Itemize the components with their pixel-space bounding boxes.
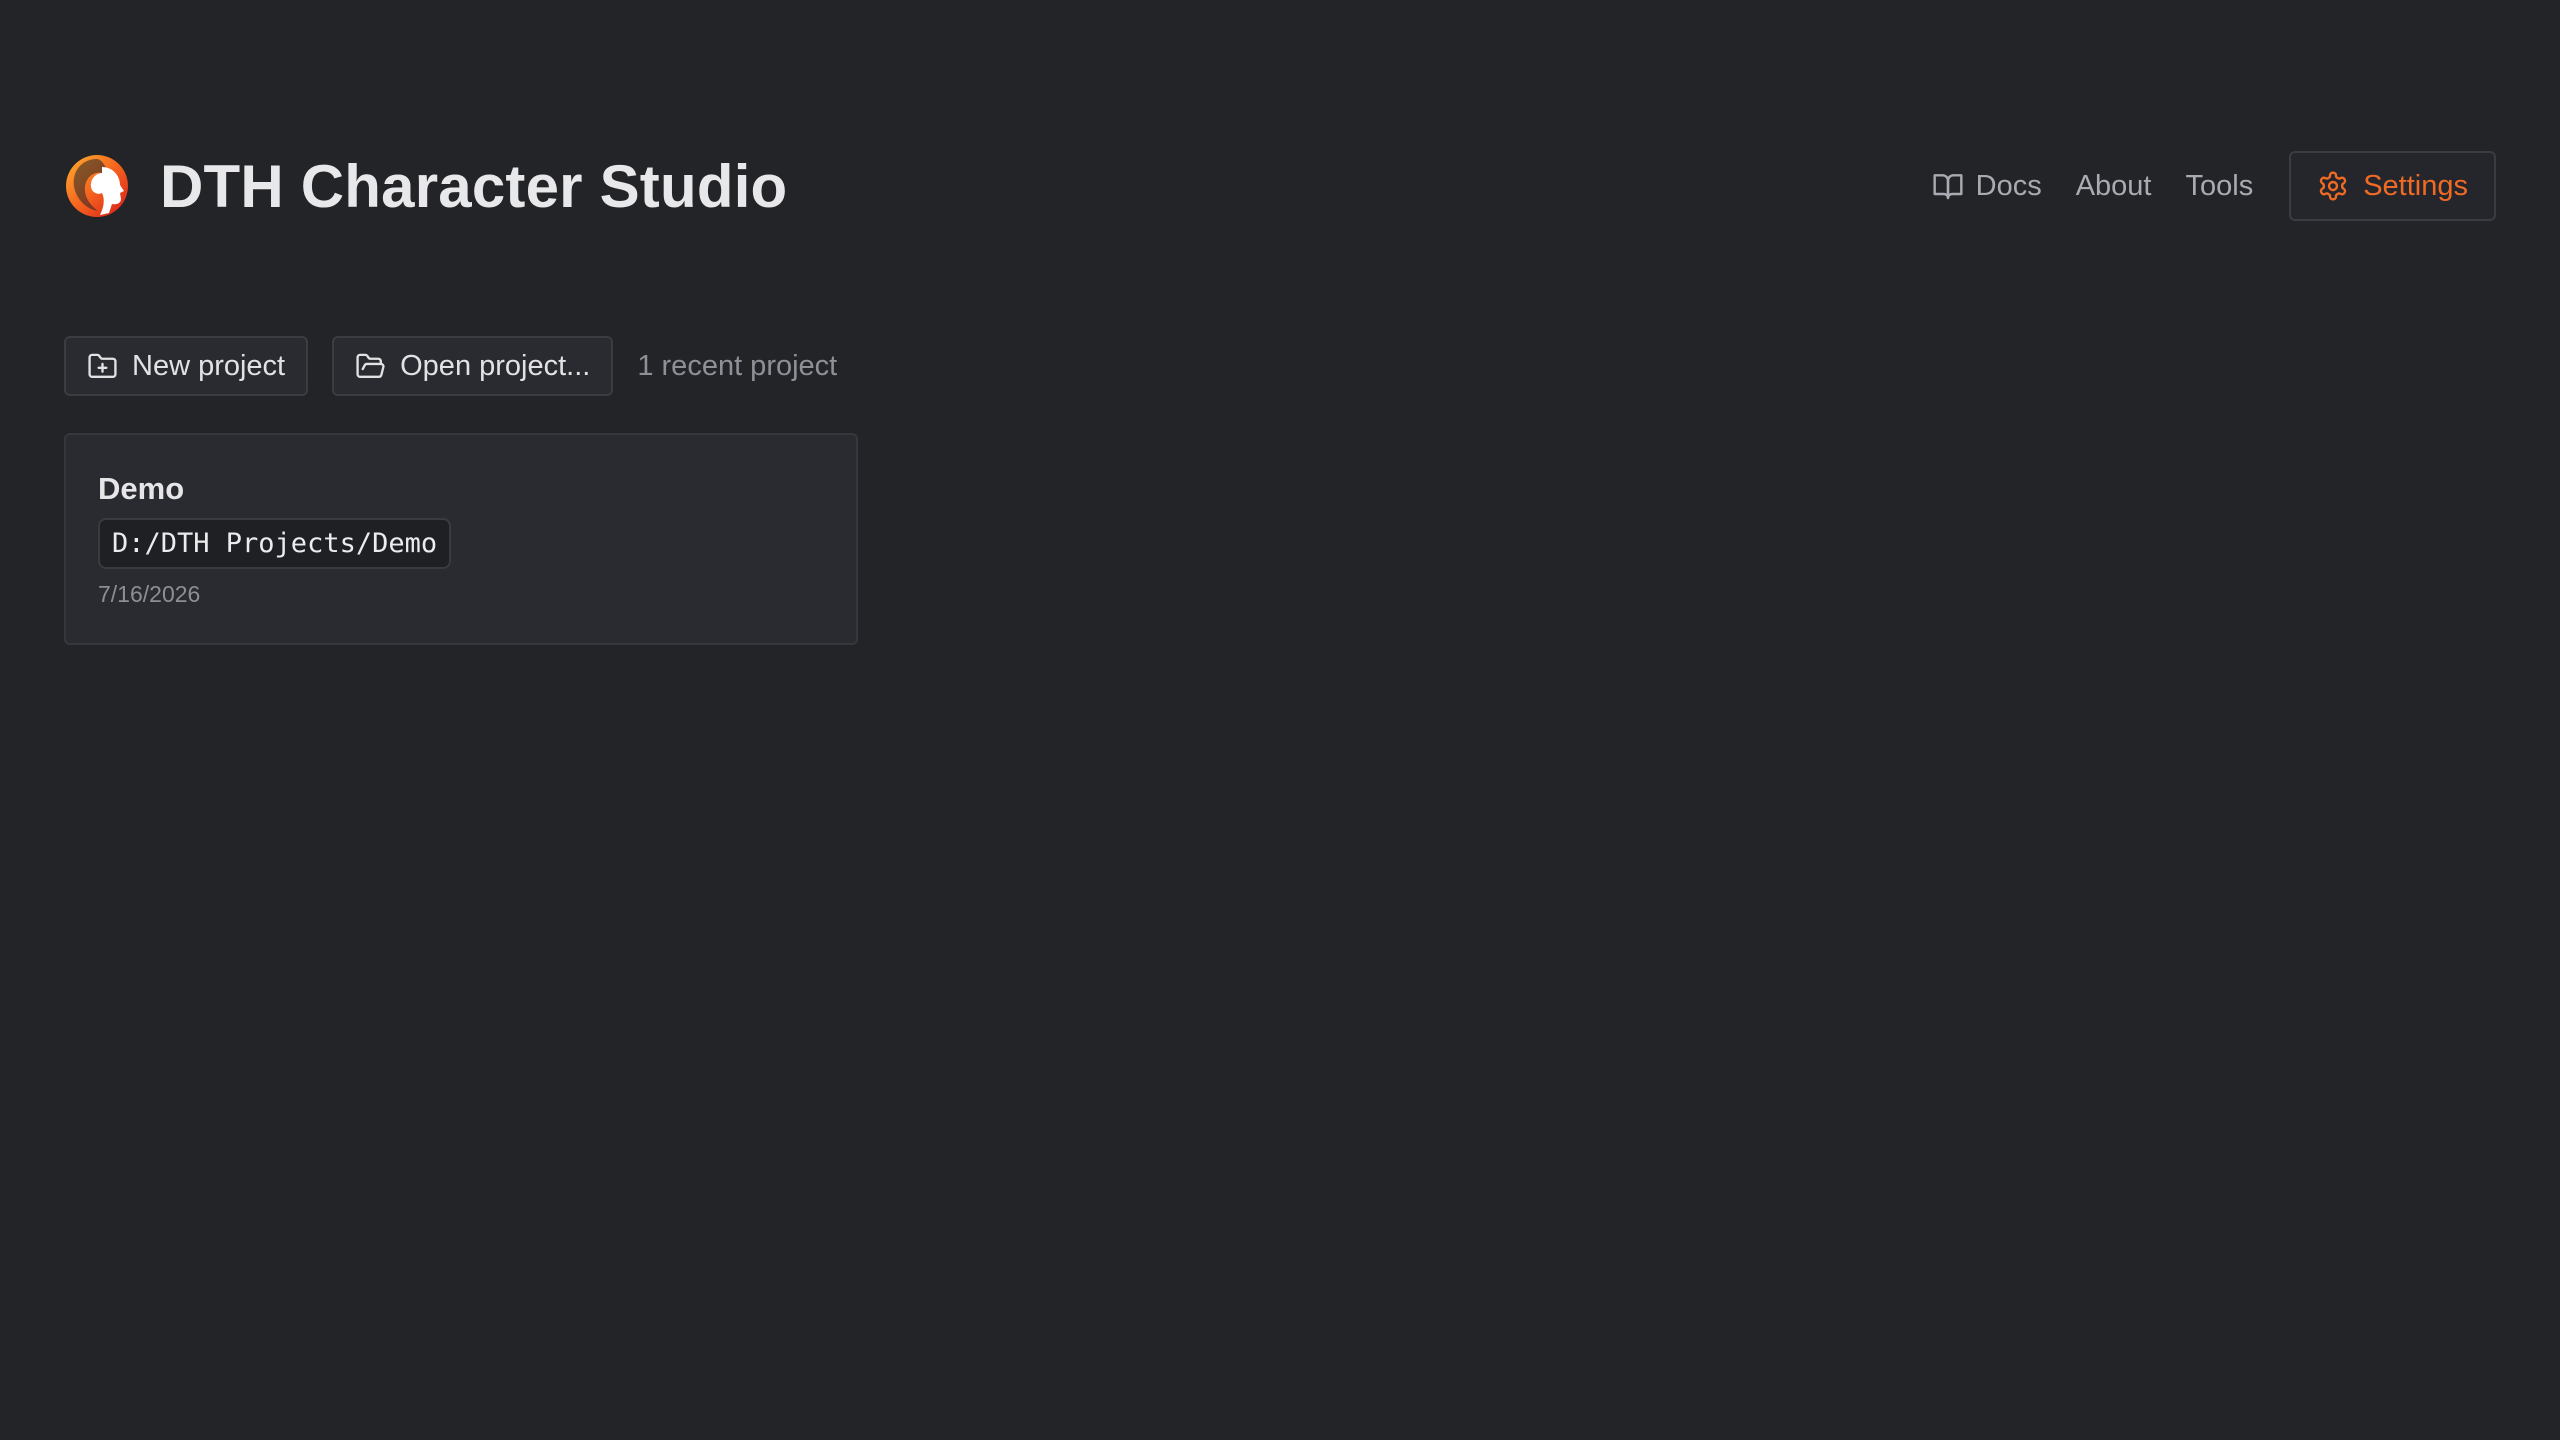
book-open-icon: [1933, 174, 1963, 200]
open-project-button[interactable]: Open project...: [332, 336, 614, 396]
settings-label: Settings: [2363, 169, 2468, 202]
header: DTH Character Studio Docs About Tools Se…: [64, 150, 2496, 222]
dth-logo-icon: [66, 155, 128, 217]
about-label: About: [2075, 169, 2152, 202]
open-project-label: Open project...: [400, 349, 591, 382]
new-project-label: New project: [132, 349, 286, 382]
new-project-button[interactable]: New project: [64, 336, 309, 396]
brand: DTH Character Studio: [64, 152, 787, 221]
folder-open-icon: [356, 353, 385, 378]
recent-project-card[interactable]: Demo D:/DTH Projects/Demo 7/16/2026: [64, 433, 858, 645]
project-date: 7/16/2026: [98, 581, 201, 608]
docs-link[interactable]: Docs: [1930, 164, 2044, 209]
app-title: DTH Character Studio: [160, 152, 788, 220]
project-path: D:/DTH Projects/Demo: [98, 518, 452, 570]
start-screen: DTH Character Studio Docs About Tools Se…: [0, 0, 2560, 1440]
recent-project-count: 1 recent project: [637, 349, 838, 382]
folder-plus-icon: [88, 353, 117, 378]
docs-label: Docs: [1975, 169, 2042, 202]
top-nav: Docs About Tools Settings: [1930, 151, 2496, 221]
gear-icon: [2320, 171, 2347, 201]
settings-button[interactable]: Settings: [2289, 151, 2496, 221]
tools-link[interactable]: Tools: [2184, 164, 2256, 209]
about-link[interactable]: About: [2074, 164, 2154, 209]
project-toolbar: New project Open project... 1 recent pro…: [64, 336, 837, 396]
project-name: Demo: [98, 471, 185, 506]
tools-label: Tools: [2185, 169, 2254, 202]
